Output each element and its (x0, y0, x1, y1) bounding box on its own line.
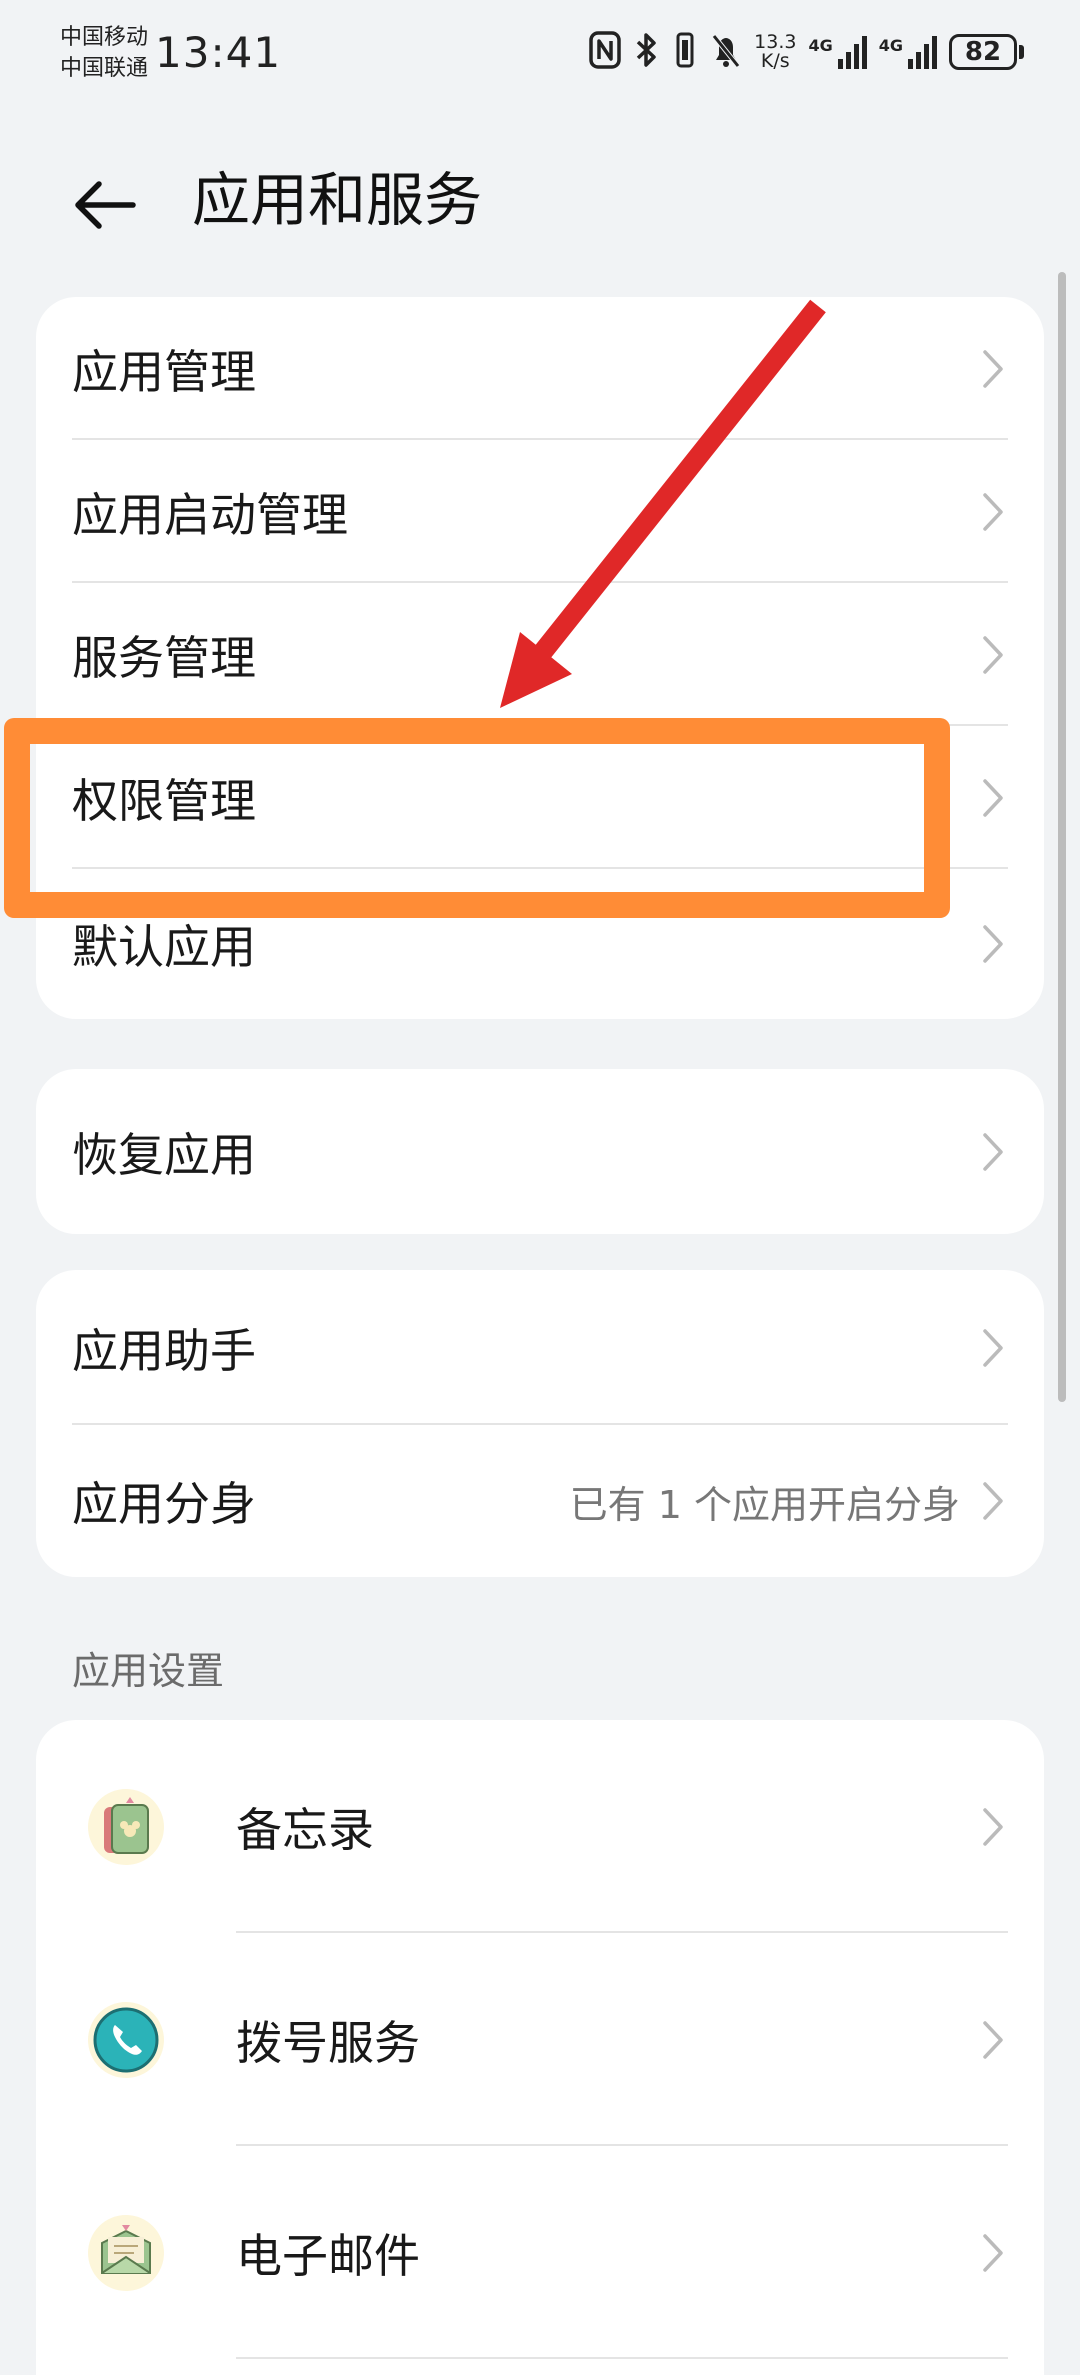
net-speed-unit: K/s (760, 50, 790, 72)
chevron-right-icon (978, 2231, 1008, 2275)
row-label: 默认应用 (72, 920, 256, 974)
chevron-right-icon (978, 1805, 1008, 1849)
row-label: 备忘录 (236, 1802, 374, 1857)
chevron-right-icon (978, 776, 1008, 820)
row-permission-management[interactable]: 权限管理 (36, 726, 1044, 869)
back-arrow-icon (75, 181, 136, 229)
row-label: 恢复应用 (72, 1127, 256, 1182)
chevron-right-icon (978, 490, 1008, 534)
header: 应用和服务 (0, 140, 1080, 250)
row-app-management[interactable]: 应用管理 (36, 297, 1044, 440)
signal-icon (837, 36, 867, 69)
card-app-tools: 应用助手 应用分身 已有 1 个应用开启分身 (36, 1270, 1044, 1577)
row-app-twin[interactable]: 应用分身 已有 1 个应用开启分身 (36, 1425, 1044, 1577)
signal-1: 4G (808, 35, 867, 69)
signal-2-label: 4G (878, 36, 903, 55)
carrier-1: 中国移动 (60, 25, 149, 50)
row-service-management[interactable]: 服务管理 (36, 583, 1044, 726)
row-label: 应用管理 (72, 344, 256, 399)
row-default-apps[interactable]: 默认应用 (36, 869, 1044, 1019)
battery-icon: 82 (949, 34, 1024, 70)
chevron-right-icon (978, 1479, 1008, 1523)
phone-icon (86, 2000, 166, 2080)
chevron-right-icon (978, 347, 1008, 391)
notepad-icon (86, 1787, 166, 1867)
chevron-right-icon (978, 633, 1008, 677)
vibrate-icon (672, 30, 698, 74)
battery-level: 82 (949, 34, 1017, 70)
row-label: 权限管理 (72, 773, 256, 828)
row-label: 应用助手 (72, 1323, 256, 1378)
chevron-right-icon (978, 1326, 1008, 1370)
signal-2: 4G (879, 35, 937, 69)
row-label: 拨号服务 (236, 2015, 420, 2070)
status-time: 13:41 (155, 28, 282, 77)
chevron-right-icon (978, 1130, 1008, 1174)
section-title-app-settings: 应用设置 (72, 1649, 225, 1693)
row-restore-apps[interactable]: 恢复应用 (36, 1069, 1044, 1234)
status-icons: 13.3 K/s 4G 4G 82 (588, 30, 1024, 74)
carrier-names: 中国移动 中国联通 (60, 22, 148, 84)
card-restore-apps: 恢复应用 (36, 1069, 1044, 1234)
battery-tip (1019, 45, 1024, 59)
back-button[interactable] (60, 160, 150, 250)
card-app-settings: 备忘录 拨号服务 电子邮件 (36, 1720, 1044, 2375)
nfc-icon (588, 30, 622, 74)
row-app-assistant[interactable]: 应用助手 (36, 1270, 1044, 1425)
chevron-right-icon (978, 2018, 1008, 2062)
row-app-notepad[interactable]: 备忘录 (36, 1720, 1044, 1933)
network-speed: 13.3 K/s (754, 33, 796, 71)
status-bar: 中国移动 中国联通 13:41 13.3 K/s 4G 4G 82 (0, 0, 1080, 110)
scrollbar[interactable] (1058, 272, 1066, 1402)
row-app-email[interactable]: 电子邮件 (36, 2146, 1044, 2359)
row-label: 电子邮件 (236, 2228, 420, 2283)
signal-icon (908, 36, 937, 69)
carrier-2: 中国联通 (60, 56, 149, 81)
email-icon (86, 2213, 166, 2293)
bluetooth-icon (634, 30, 660, 74)
card-app-management: 应用管理 应用启动管理 服务管理 权限管理 默认应用 (36, 297, 1044, 1019)
page-title: 应用和服务 (192, 166, 483, 234)
signal-1-label: 4G (808, 36, 833, 55)
row-app-launch-management[interactable]: 应用启动管理 (36, 440, 1044, 583)
row-label: 应用分身 (72, 1477, 256, 1531)
bell-off-icon (710, 30, 742, 74)
row-app-dialer[interactable]: 拨号服务 (36, 1933, 1044, 2146)
chevron-right-icon (978, 922, 1008, 966)
row-label: 应用启动管理 (72, 487, 348, 542)
row-label: 服务管理 (72, 630, 256, 685)
app-twin-status: 已有 1 个应用开启分身 (569, 1482, 960, 1527)
divider (236, 2357, 1008, 2359)
